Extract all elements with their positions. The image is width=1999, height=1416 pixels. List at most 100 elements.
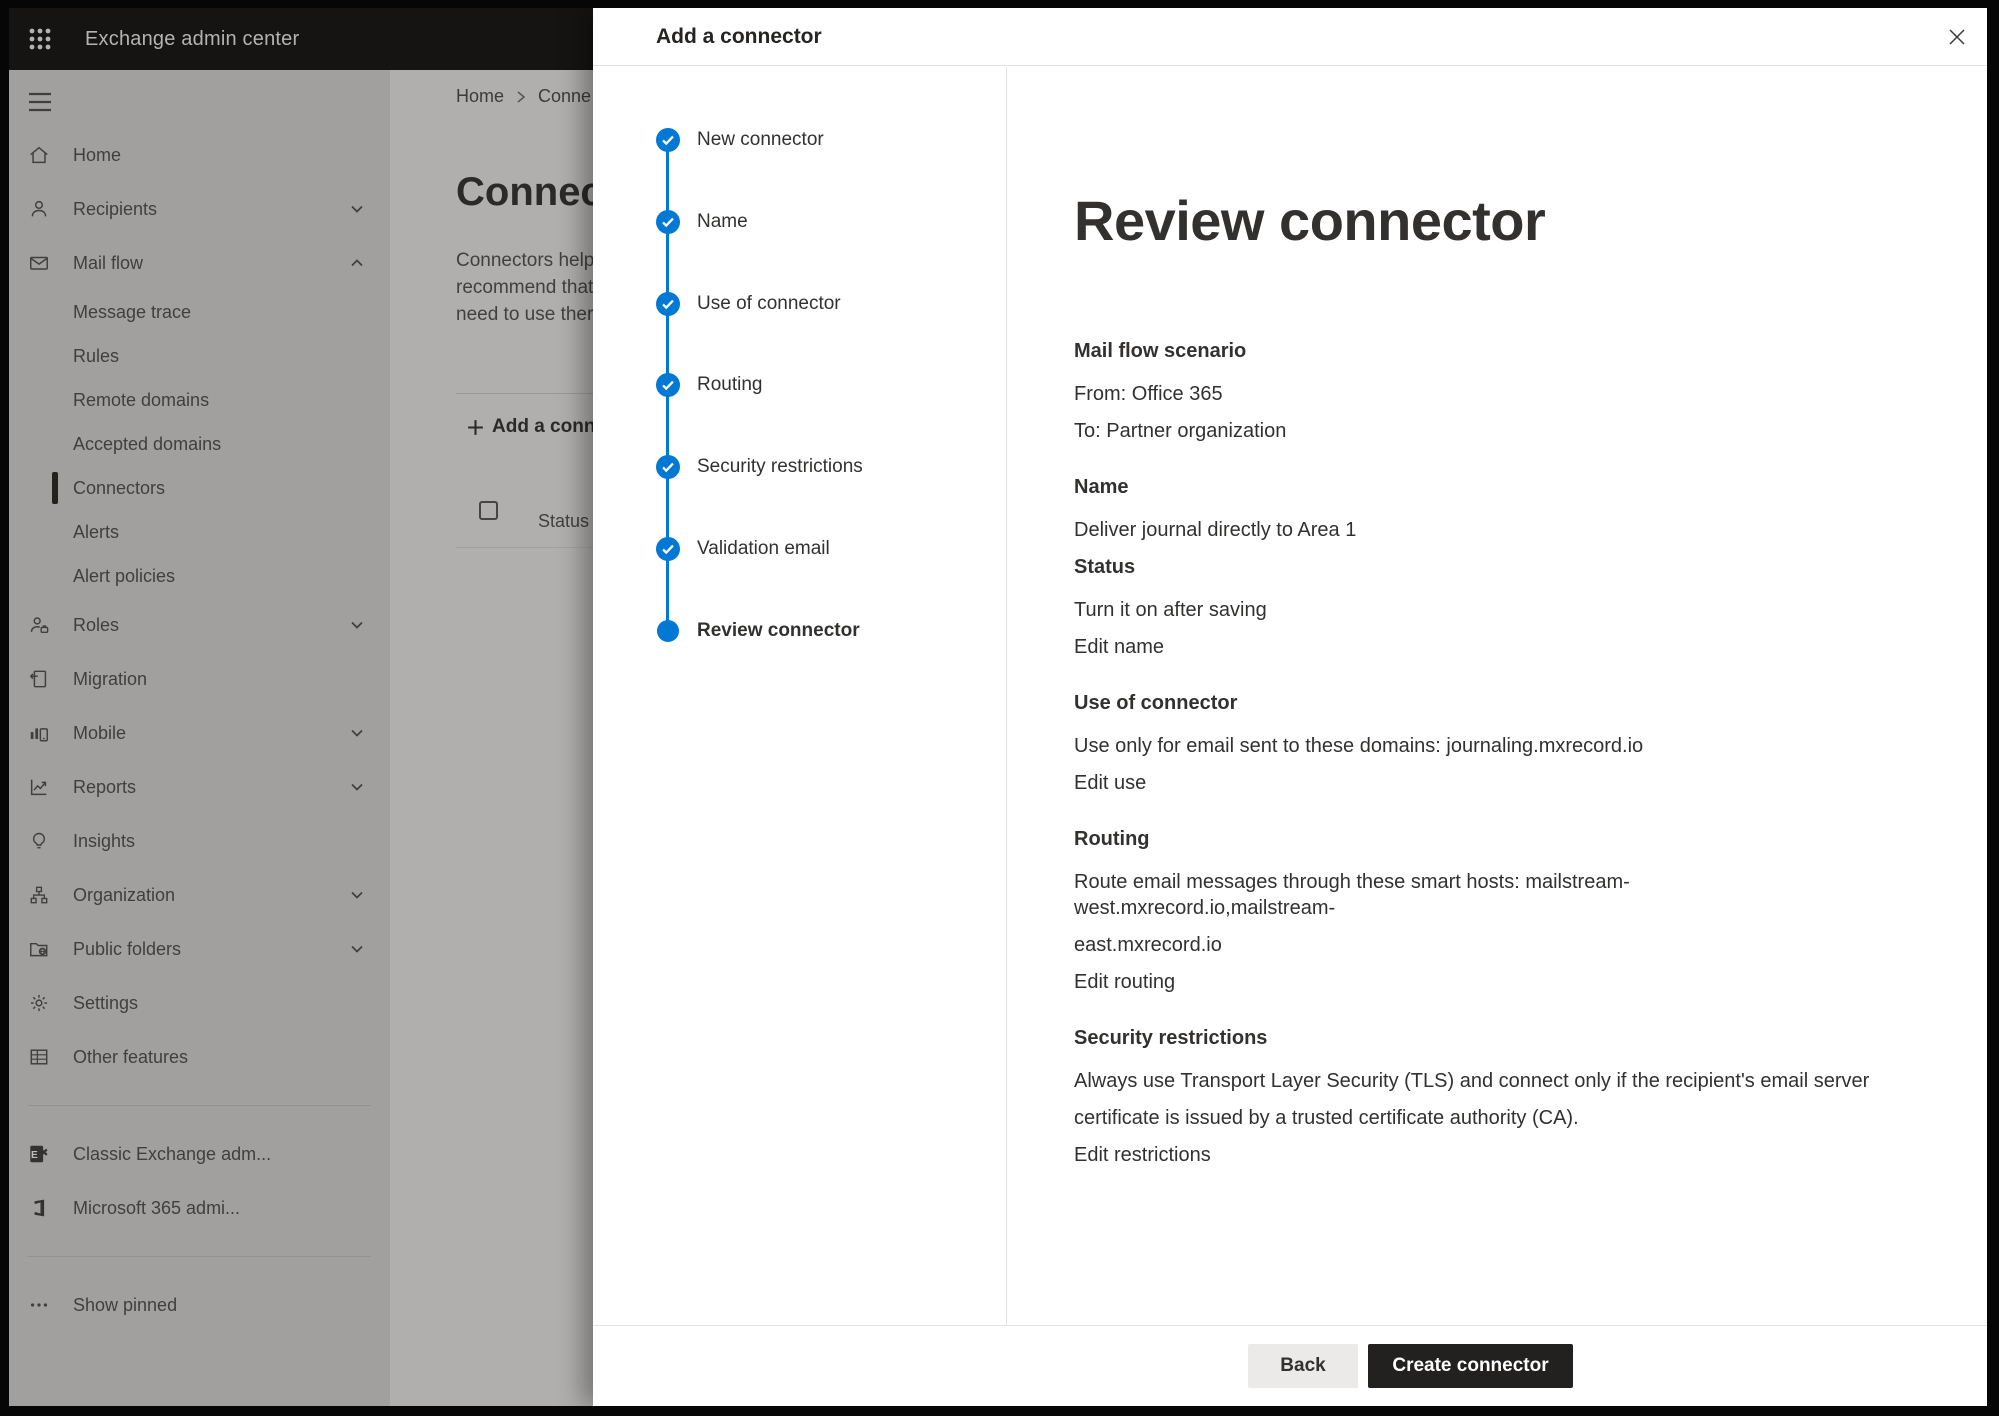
svg-text:E: E — [31, 1150, 38, 1161]
sidebar-item-alert-policies[interactable]: Alert policies — [9, 554, 390, 598]
sidebar-item-label: Recipients — [73, 199, 157, 220]
migration-icon — [28, 668, 50, 690]
left-nav: Home Recipients Mail flow Message trace Rule… — [9, 70, 390, 1406]
mobile-icon — [28, 722, 50, 744]
sidebar-item-microsoft-365-admi[interactable]: Microsoft 365 admi... — [9, 1181, 390, 1235]
mail-icon — [28, 252, 50, 274]
review-section-routing: RoutingRoute email messages through thes… — [1074, 826, 1874, 995]
sidebar-item-label: Rules — [73, 346, 119, 367]
wizard-step-label: Review connector — [697, 620, 860, 642]
wizard-step-label: Name — [697, 211, 748, 233]
breadcrumb: Home Conne — [456, 86, 591, 107]
chevron-down-icon — [349, 725, 365, 741]
review-title: Review connector — [1074, 189, 1927, 253]
screen: Exchange admin center Home Recipients Mail… — [0, 0, 1999, 1416]
sidebar-item-label: Alerts — [73, 522, 119, 543]
page-title: Connec — [456, 170, 603, 215]
back-button[interactable]: Back — [1248, 1344, 1358, 1388]
wizard-step-label: New connector — [697, 129, 824, 151]
dialog-body: New connector Name Use of connector Routing… — [593, 67, 1987, 1325]
step-completed-icon — [656, 292, 680, 316]
section-heading: Security restrictions — [1074, 1025, 1874, 1051]
section-subheading: Status — [1074, 554, 1874, 580]
sidebar-item-mail-flow[interactable]: Mail flow — [9, 236, 390, 290]
hamburger-menu-icon[interactable] — [28, 92, 52, 112]
add-connector-dialog: Add a connector New connectorNameUse of … — [593, 8, 1987, 1406]
sidebar-item-accepted-domains[interactable]: Accepted domains — [9, 422, 390, 466]
sidebar-item-reports[interactable]: Reports — [9, 760, 390, 814]
app-launcher-waffle-icon[interactable] — [28, 27, 52, 51]
edit-link-edit-restrictions[interactable]: Edit restrictions — [1074, 1142, 1874, 1168]
sidebar-item-label: Insights — [73, 831, 135, 852]
section-line: Route email messages through these smart… — [1074, 869, 1874, 921]
wizard-step-label: Routing — [697, 374, 763, 396]
step-current-icon — [656, 619, 680, 643]
sidebar-item-settings[interactable]: Settings — [9, 976, 390, 1030]
sidebar-item-label: Accepted domains — [73, 434, 221, 455]
sidebar-item-public-folders[interactable]: Public folders — [9, 922, 390, 976]
review-panel: Review connector Mail flow scenarioFrom:… — [1008, 67, 1987, 1325]
add-connector-button[interactable]: Add a conn — [465, 412, 595, 442]
sidebar-item-label: Settings — [73, 993, 138, 1014]
select-all-checkbox[interactable] — [479, 501, 498, 520]
wizard-step-review-connector[interactable]: Review connector — [656, 619, 860, 643]
sidebar-item-label: Message trace — [73, 302, 191, 323]
sidebar-item-label: Alert policies — [73, 566, 175, 587]
wizard-step-use-of-connector[interactable]: Use of connector — [656, 292, 841, 316]
microsoft-365-icon — [28, 1197, 50, 1219]
wizard-step-new-connector[interactable]: New connector — [656, 128, 824, 152]
sidebar-item-recipients[interactable]: Recipients — [9, 182, 390, 236]
sidebar-item-alerts[interactable]: Alerts — [9, 510, 390, 554]
wizard-step-security-restrictions[interactable]: Security restrictions — [656, 455, 863, 479]
edit-link-edit-use[interactable]: Edit use — [1074, 770, 1874, 796]
wizard-step-label: Security restrictions — [697, 456, 863, 478]
sidebar-item-migration[interactable]: Migration — [9, 652, 390, 706]
wizard-step-validation-email[interactable]: Validation email — [656, 537, 830, 561]
step-completed-icon — [656, 128, 680, 152]
close-button[interactable] — [1939, 19, 1975, 55]
breadcrumb-home-link[interactable]: Home — [456, 86, 504, 107]
dialog-footer: Back Create connector — [593, 1325, 1987, 1406]
create-connector-button[interactable]: Create connector — [1368, 1344, 1573, 1388]
wizard-step-routing[interactable]: Routing — [656, 373, 763, 397]
sidebar-item-label: Organization — [73, 885, 175, 906]
chevron-up-icon — [349, 255, 365, 271]
organization-icon — [28, 884, 50, 906]
settings-icon — [28, 992, 50, 1014]
sidebar-item-show-pinned[interactable]: Show pinned — [9, 1278, 390, 1332]
wizard-step-label: Use of connector — [697, 293, 841, 315]
app-window: Exchange admin center Home Recipients Mail… — [9, 8, 1987, 1406]
chevron-down-icon — [349, 887, 365, 903]
review-sections: Mail flow scenarioFrom: Office 365To: Pa… — [1074, 338, 1927, 1168]
sidebar-item-label: Microsoft 365 admi... — [73, 1198, 240, 1219]
breadcrumb-current: Conne — [538, 86, 591, 107]
sidebar-item-label: Other features — [73, 1047, 188, 1068]
sidebar-item-remote-domains[interactable]: Remote domains — [9, 378, 390, 422]
plus-icon — [465, 417, 486, 438]
sidebar-item-rules[interactable]: Rules — [9, 334, 390, 378]
wizard-step-name[interactable]: Name — [656, 210, 748, 234]
edit-link-edit-routing[interactable]: Edit routing — [1074, 969, 1874, 995]
step-completed-icon — [656, 373, 680, 397]
sidebar-item-classic-exchange-adm[interactable]: E Classic Exchange adm... — [9, 1127, 390, 1181]
sidebar-item-label: Home — [73, 145, 121, 166]
sidebar-item-connectors[interactable]: Connectors — [9, 466, 390, 510]
sidebar-item-insights[interactable]: Insights — [9, 814, 390, 868]
sidebar-item-other-features[interactable]: Other features — [9, 1030, 390, 1084]
sidebar-item-home[interactable]: Home — [9, 128, 390, 182]
edit-link-edit-name[interactable]: Edit name — [1074, 634, 1874, 660]
sidebar-item-label: Classic Exchange adm... — [73, 1144, 271, 1165]
section-line: east.mxrecord.io — [1074, 932, 1874, 958]
review-section-mail-flow-scenario: Mail flow scenarioFrom: Office 365To: Pa… — [1074, 338, 1874, 444]
sidebar-item-message-trace[interactable]: Message trace — [9, 290, 390, 334]
section-line: Always use Transport Layer Security (TLS… — [1074, 1068, 1874, 1094]
review-section-security-restrictions: Security restrictions Always use Transpor… — [1074, 1025, 1874, 1168]
person-icon — [28, 198, 50, 220]
breadcrumb-chevron-icon — [514, 90, 528, 104]
step-completed-icon — [656, 210, 680, 234]
sidebar-item-roles[interactable]: Roles — [9, 598, 390, 652]
roles-icon — [28, 614, 50, 636]
sidebar-item-mobile[interactable]: Mobile — [9, 706, 390, 760]
sidebar-item-organization[interactable]: Organization — [9, 868, 390, 922]
app-title: Exchange admin center — [85, 28, 299, 51]
